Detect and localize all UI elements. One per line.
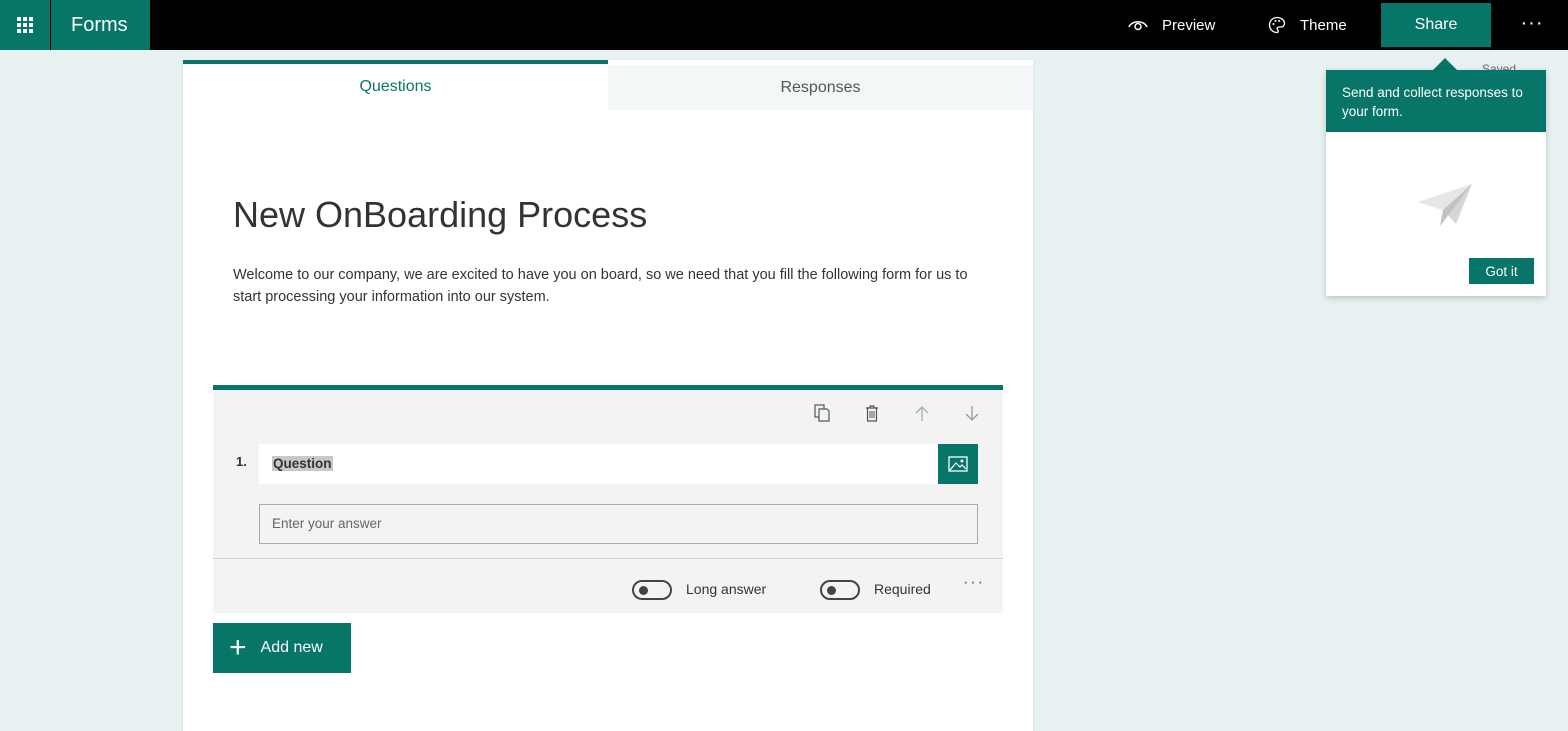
- question-title-input[interactable]: Question: [259, 444, 939, 484]
- preview-button[interactable]: Preview: [1128, 0, 1215, 50]
- share-callout: Send and collect responses to your form.…: [1326, 70, 1546, 296]
- callout-pointer: [1433, 58, 1457, 70]
- insert-media-button[interactable]: [938, 444, 978, 484]
- long-answer-toggle[interactable]: [632, 580, 672, 600]
- answer-preview-field: Enter your answer: [259, 504, 978, 544]
- question-toolbar: [811, 402, 983, 424]
- paper-plane-icon: [1418, 184, 1472, 226]
- theme-button[interactable]: Theme: [1268, 0, 1347, 50]
- long-answer-label: Long answer: [686, 581, 767, 597]
- palette-icon: [1268, 16, 1286, 34]
- got-it-button[interactable]: Got it: [1469, 258, 1534, 284]
- theme-label: Theme: [1300, 16, 1347, 34]
- divider: [213, 558, 1003, 559]
- top-bar: Forms Preview Theme Share ···: [0, 0, 1568, 50]
- add-new-label: Add new: [260, 639, 323, 656]
- app-name[interactable]: Forms: [51, 0, 150, 50]
- question-card[interactable]: 1. Question Enter your answer Long answe…: [213, 385, 1003, 613]
- callout-message: Send and collect responses to your form.: [1326, 70, 1546, 132]
- form-title[interactable]: New OnBoarding Process: [233, 194, 647, 236]
- question-number: 1.: [236, 454, 247, 469]
- form-description[interactable]: Welcome to our company, we are excited t…: [233, 264, 993, 308]
- arrow-down-icon[interactable]: [961, 402, 983, 424]
- copy-icon[interactable]: [811, 402, 833, 424]
- more-options-button[interactable]: ···: [1516, 0, 1548, 50]
- tab-questions[interactable]: Questions: [183, 60, 608, 110]
- question-title-text: Question: [272, 456, 333, 471]
- delete-icon[interactable]: [861, 402, 883, 424]
- share-button[interactable]: Share: [1381, 3, 1491, 47]
- tab-responses[interactable]: Responses: [608, 65, 1033, 110]
- plus-icon: +: [229, 631, 247, 664]
- question-more-button[interactable]: ···: [963, 574, 985, 592]
- waffle-icon: [17, 17, 33, 33]
- image-icon: [948, 456, 968, 472]
- add-new-button[interactable]: + Add new: [213, 623, 351, 673]
- preview-label: Preview: [1162, 16, 1216, 34]
- app-launcher-button[interactable]: [0, 0, 50, 50]
- eye-icon: [1128, 21, 1148, 31]
- required-label: Required: [874, 581, 931, 597]
- form-card: Questions Responses New OnBoarding Proce…: [183, 60, 1033, 731]
- required-toggle[interactable]: [820, 580, 860, 600]
- arrow-up-icon[interactable]: [911, 402, 933, 424]
- tab-bar: Questions Responses: [183, 60, 1033, 110]
